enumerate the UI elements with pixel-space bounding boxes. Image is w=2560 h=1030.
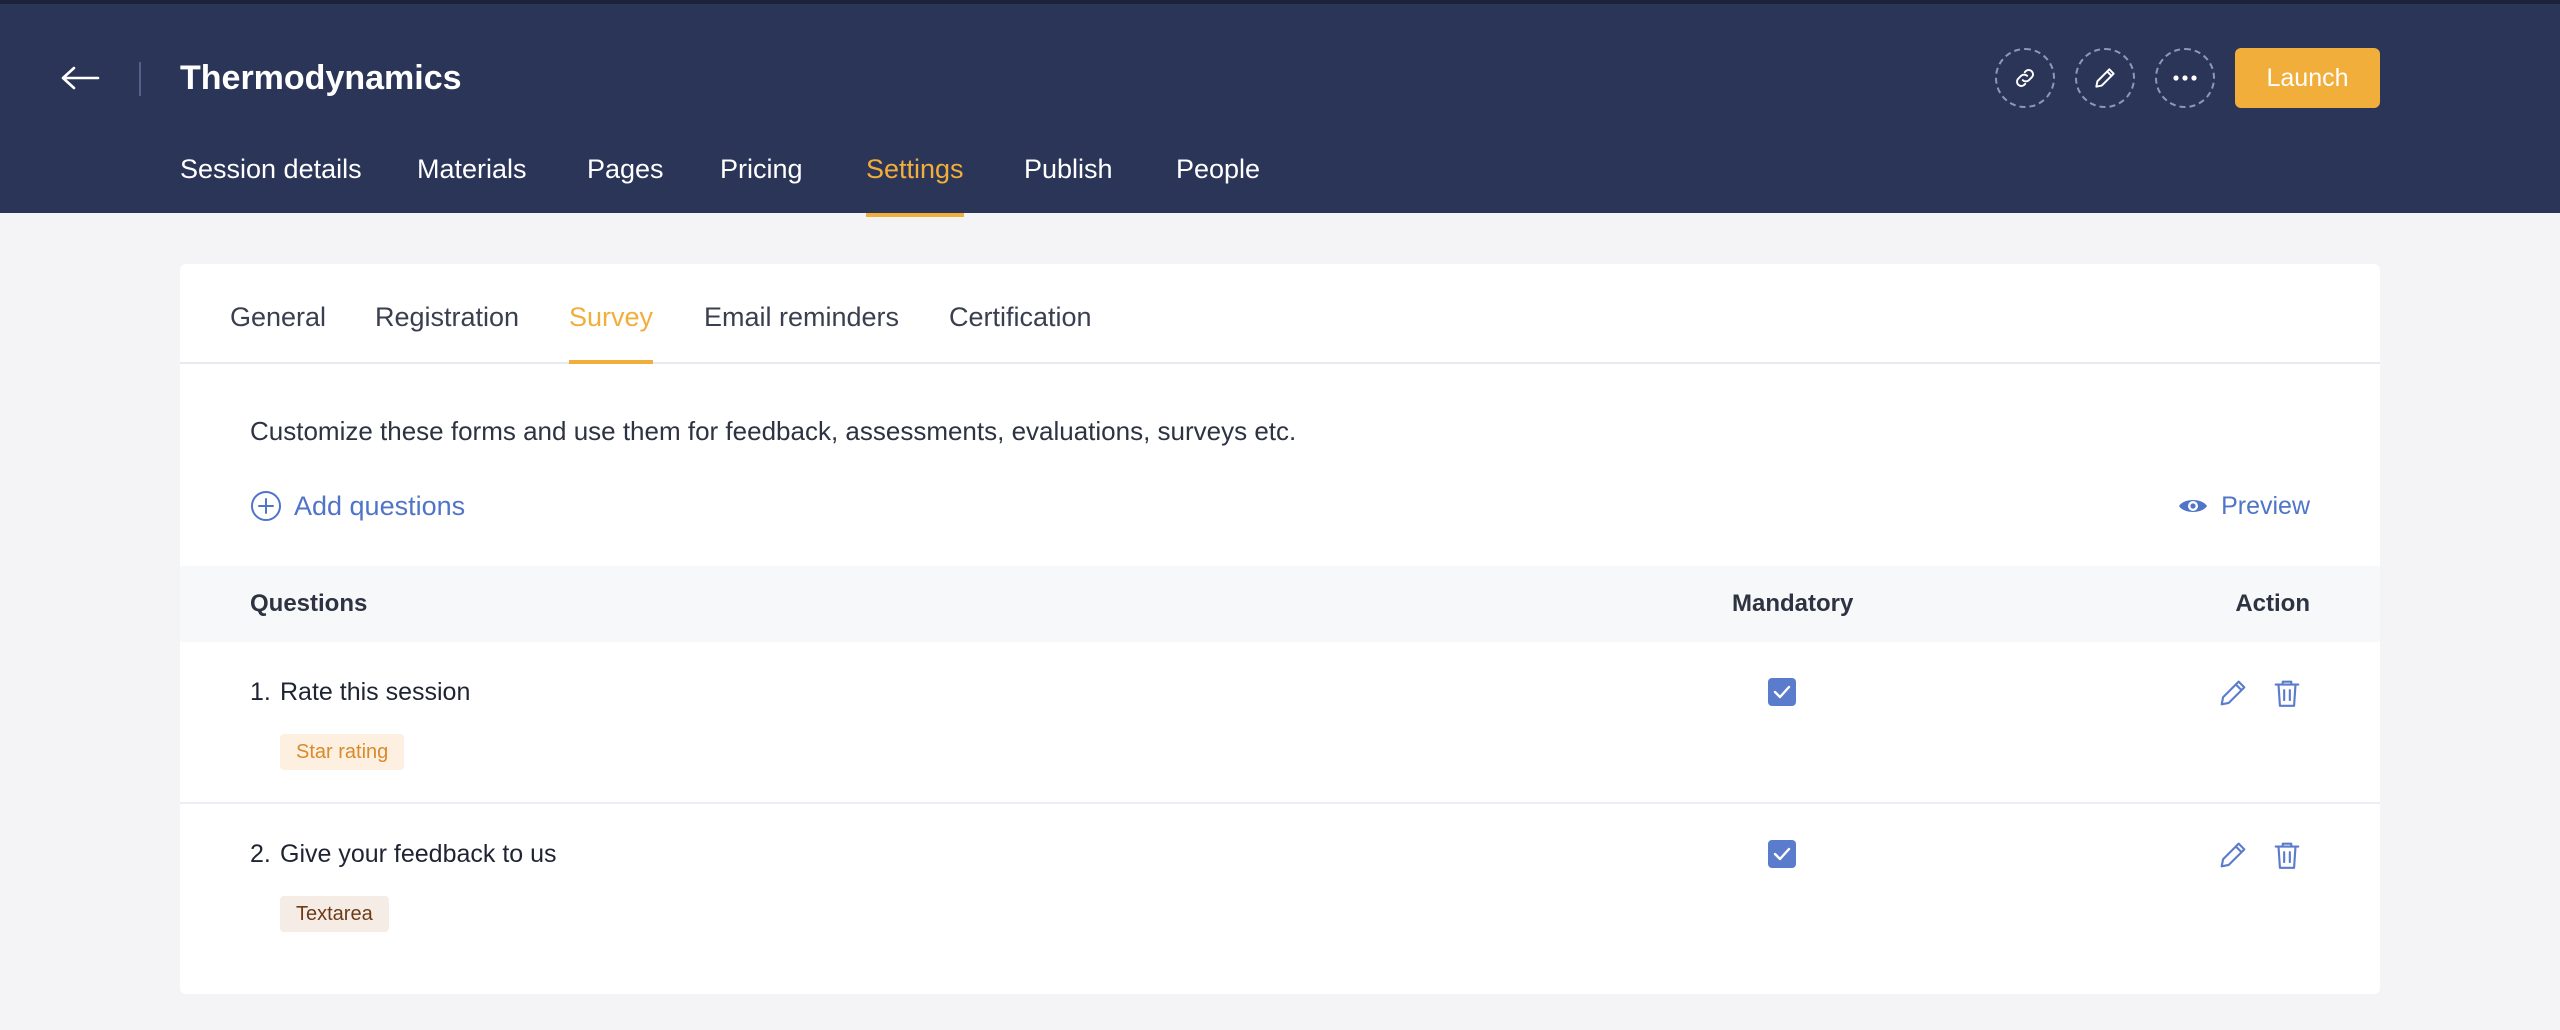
trash-icon <box>2270 676 2304 710</box>
top-header: Thermodynamics Launch Session details Ma… <box>0 0 2560 217</box>
question-type-badge: Star rating <box>280 734 405 770</box>
question-text: 1. Rate this session <box>250 678 470 707</box>
page-title: Thermodynamics <box>180 59 462 97</box>
delete-question-button[interactable] <box>2270 838 2304 872</box>
question-text: 2. Give your feedback to us <box>250 840 557 869</box>
delete-question-button[interactable] <box>2270 676 2304 710</box>
survey-description: Customize these forms and use them for f… <box>250 416 1297 446</box>
subtab-certification[interactable]: Certification <box>949 302 1092 364</box>
eye-icon <box>2177 495 2209 517</box>
settings-sub-tabs: General Registration Survey Email remind… <box>180 264 2380 364</box>
table-row: 1. Rate this session Star rating <box>180 642 2380 804</box>
table-row: 2. Give your feedback to us Textarea <box>180 804 2380 966</box>
questions-table-header: Questions Mandatory Action <box>180 566 2380 642</box>
launch-button[interactable]: Launch <box>2235 48 2380 108</box>
plus-circle-icon <box>250 490 282 522</box>
column-questions: Questions <box>250 590 368 617</box>
tab-session-details[interactable]: Session details <box>180 154 362 217</box>
subtab-general[interactable]: General <box>230 302 326 364</box>
subtab-email-reminders[interactable]: Email reminders <box>704 302 899 364</box>
tab-publish[interactable]: Publish <box>1024 154 1113 217</box>
preview-button[interactable]: Preview <box>2177 486 2310 526</box>
subtab-registration[interactable]: Registration <box>375 302 519 364</box>
edit-question-button[interactable] <box>2216 838 2250 872</box>
question-number: 2. <box>250 840 271 868</box>
tab-materials[interactable]: Materials <box>417 154 527 217</box>
trash-icon <box>2270 838 2304 872</box>
edit-session-button[interactable] <box>2075 48 2135 108</box>
tab-pages[interactable]: Pages <box>587 154 664 217</box>
pencil-icon <box>2092 65 2118 91</box>
edit-question-button[interactable] <box>2216 676 2250 710</box>
check-icon <box>1773 847 1791 861</box>
back-button[interactable] <box>56 54 104 102</box>
more-options-button[interactable] <box>2155 48 2215 108</box>
tab-people[interactable]: People <box>1176 154 1260 217</box>
more-icon <box>2172 74 2198 82</box>
add-questions-button[interactable]: Add questions <box>250 486 465 526</box>
title-divider <box>139 62 141 96</box>
question-number: 1. <box>250 678 271 706</box>
tab-settings[interactable]: Settings <box>866 154 964 217</box>
tab-pricing[interactable]: Pricing <box>720 154 803 217</box>
check-icon <box>1773 685 1791 699</box>
column-action: Action <box>2235 590 2310 617</box>
subtab-survey[interactable]: Survey <box>569 302 654 364</box>
question-label: Give your feedback to us <box>280 840 557 868</box>
question-type-badge: Textarea <box>280 896 389 932</box>
pencil-icon <box>2216 676 2250 710</box>
link-icon <box>2012 65 2038 91</box>
copy-link-button[interactable] <box>1995 48 2055 108</box>
question-label: Rate this session <box>280 678 471 706</box>
mandatory-checkbox[interactable] <box>1768 840 1796 868</box>
settings-card: General Registration Survey Email remind… <box>180 264 2380 994</box>
pencil-icon <box>2216 838 2250 872</box>
preview-label: Preview <box>2221 491 2310 520</box>
column-mandatory: Mandatory <box>1732 590 1854 617</box>
back-arrow-icon <box>60 66 100 90</box>
add-questions-label: Add questions <box>294 490 466 521</box>
mandatory-checkbox[interactable] <box>1768 678 1796 706</box>
